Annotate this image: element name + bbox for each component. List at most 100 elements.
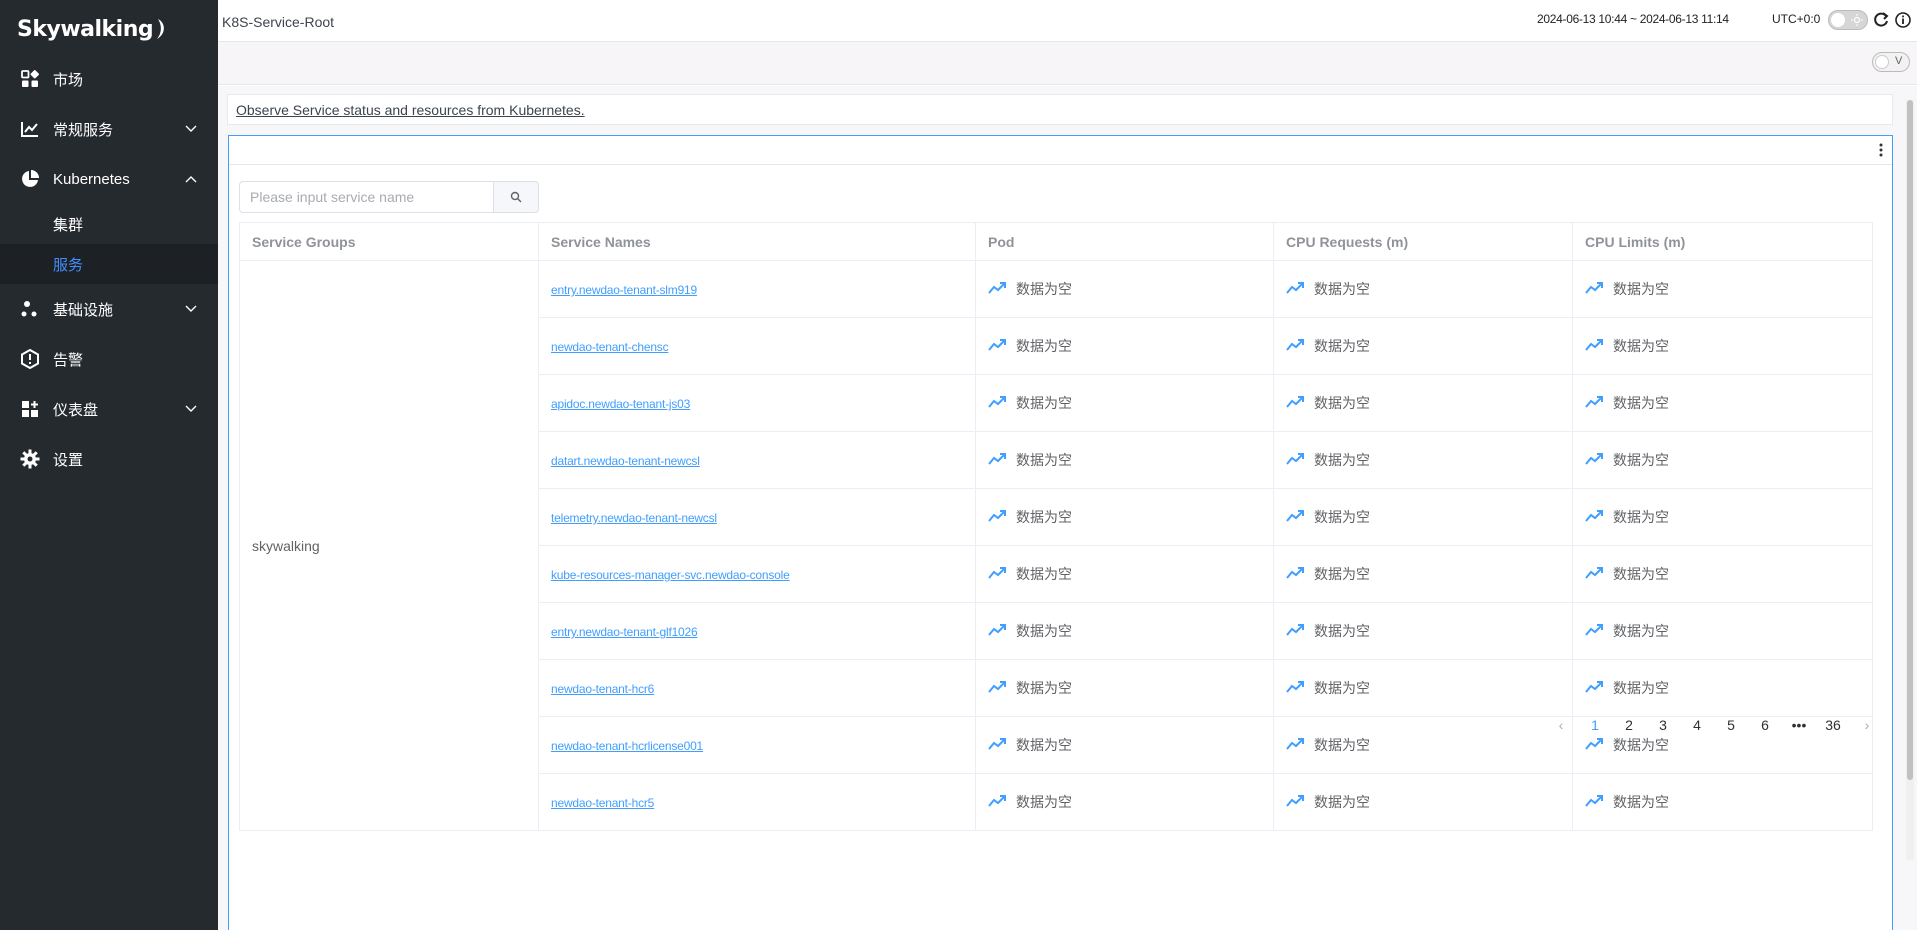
timezone-label[interactable]: UTC+0:0 (1772, 12, 1820, 26)
gear-icon (20, 449, 40, 469)
empty-metric[interactable]: 数据为空 (1286, 336, 1572, 356)
empty-text: 数据为空 (1314, 680, 1370, 696)
metric-cell: 数据为空 (1572, 545, 1873, 603)
page-number[interactable]: 5 (1714, 717, 1748, 733)
service-link[interactable]: newdao-tenant-hcrlicense001 (551, 739, 703, 753)
empty-metric[interactable]: 数据为空 (1286, 621, 1572, 641)
empty-metric[interactable]: 数据为空 (1585, 621, 1872, 641)
sidebar-item-label: 基础设施 (53, 301, 114, 319)
metric-cell: 数据为空 (975, 260, 1274, 318)
empty-metric[interactable]: 数据为空 (1585, 564, 1872, 584)
sun-icon (1851, 14, 1863, 26)
metric-cell: 数据为空 (975, 659, 1274, 717)
empty-metric[interactable]: 数据为空 (988, 735, 1273, 755)
empty-metric[interactable]: 数据为空 (1286, 279, 1572, 299)
skywalking-logo[interactable]: Skywalking (17, 12, 167, 46)
page-ellipsis[interactable]: ••• (1782, 717, 1816, 733)
empty-metric[interactable]: 数据为空 (988, 336, 1273, 356)
trend-icon (1585, 680, 1603, 697)
empty-text: 数据为空 (1613, 281, 1669, 297)
empty-metric[interactable]: 数据为空 (1286, 507, 1572, 527)
empty-text: 数据为空 (1314, 281, 1370, 297)
empty-text: 数据为空 (1016, 737, 1072, 753)
sidebar-subitem-label: 集群 (53, 216, 84, 234)
trend-icon (988, 395, 1006, 412)
service-link[interactable]: newdao-tenant-hcr6 (551, 682, 654, 696)
page-number[interactable]: 3 (1646, 717, 1680, 733)
more-options-icon[interactable] (1875, 142, 1887, 158)
scrollbar[interactable] (1906, 100, 1914, 860)
widget-header (229, 136, 1892, 165)
empty-metric[interactable]: 数据为空 (988, 450, 1273, 470)
service-link[interactable]: newdao-tenant-hcr5 (551, 796, 654, 810)
page-number[interactable]: 36 (1816, 717, 1850, 733)
empty-metric[interactable]: 数据为空 (988, 678, 1273, 698)
metric-cell: 数据为空 (1273, 545, 1573, 603)
empty-metric[interactable]: 数据为空 (1585, 450, 1872, 470)
sidebar-item-dashboard[interactable]: 仪表盘 (0, 384, 218, 434)
empty-text: 数据为空 (1314, 395, 1370, 411)
empty-metric[interactable]: 数据为空 (1585, 279, 1872, 299)
empty-metric[interactable]: 数据为空 (1286, 678, 1572, 698)
service-link[interactable]: newdao-tenant-chensc (551, 340, 669, 354)
empty-metric[interactable]: 数据为空 (988, 393, 1273, 413)
sidebar-subitem-label: 服务 (53, 256, 84, 274)
service-group-cell: skywalking (239, 260, 539, 831)
alarm-icon (20, 349, 40, 369)
page-number[interactable]: 1 (1578, 717, 1612, 733)
empty-metric[interactable]: 数据为空 (1286, 735, 1572, 755)
empty-metric[interactable]: 数据为空 (988, 564, 1273, 584)
service-link[interactable]: datart.newdao-tenant-newcsl (551, 454, 700, 468)
refresh-icon[interactable] (1872, 11, 1890, 29)
sidebar-item-infrastructure[interactable]: 基础设施 (0, 284, 218, 334)
prev-page-button[interactable]: ‹ (1544, 717, 1578, 733)
empty-metric[interactable]: 数据为空 (1585, 336, 1872, 356)
metric-cell: 数据为空 (1273, 317, 1573, 375)
time-range-picker[interactable]: 2024-06-13 10:44 ~ 2024-06-13 11:14 (1537, 12, 1729, 26)
empty-metric[interactable]: 数据为空 (988, 621, 1273, 641)
sidebar-item-marketplace[interactable]: 市场 (0, 54, 218, 104)
empty-metric[interactable]: 数据为空 (1286, 564, 1572, 584)
service-link[interactable]: telemetry.newdao-tenant-newcsl (551, 511, 717, 525)
next-page-button[interactable]: › (1850, 717, 1884, 733)
sidebar-item-kubernetes[interactable]: Kubernetes (0, 154, 218, 204)
empty-metric[interactable]: 数据为空 (988, 279, 1273, 299)
chevron-down-icon (185, 123, 197, 135)
empty-metric[interactable]: 数据为空 (988, 792, 1273, 812)
service-link[interactable]: kube-resources-manager-svc.newdao-consol… (551, 568, 790, 582)
metric-cell: 数据为空 (1572, 260, 1873, 318)
sidebar-subitem-service[interactable]: 服务 (0, 244, 218, 284)
toggle-knob (1831, 13, 1845, 27)
empty-metric[interactable]: 数据为空 (1286, 792, 1572, 812)
page-number[interactable]: 4 (1680, 717, 1714, 733)
theme-toggle[interactable] (1828, 10, 1868, 30)
edit-mode-toggle[interactable]: V (1872, 52, 1910, 72)
info-icon[interactable] (1894, 11, 1912, 29)
search-input[interactable] (239, 181, 494, 213)
metric-cell: 数据为空 (975, 317, 1274, 375)
service-name-cell: entry.newdao-tenant-glf1026 (538, 602, 976, 660)
metric-cell: 数据为空 (975, 374, 1274, 432)
page-number[interactable]: 2 (1612, 717, 1646, 733)
empty-metric[interactable]: 数据为空 (1286, 450, 1572, 470)
empty-metric[interactable]: 数据为空 (1286, 393, 1572, 413)
sidebar-item-general-service[interactable]: 常规服务 (0, 104, 218, 154)
sidebar-item-alarm[interactable]: 告警 (0, 334, 218, 384)
service-link[interactable]: entry.newdao-tenant-glf1026 (551, 625, 698, 639)
empty-metric[interactable]: 数据为空 (1585, 678, 1872, 698)
empty-metric[interactable]: 数据为空 (988, 507, 1273, 527)
service-link[interactable]: apidoc.newdao-tenant-js03 (551, 397, 690, 411)
sidebar-subitem-cluster[interactable]: 集群 (0, 204, 218, 244)
trend-icon (988, 737, 1006, 754)
empty-metric[interactable]: 数据为空 (1585, 393, 1872, 413)
toolbar: V (218, 42, 1917, 85)
empty-metric[interactable]: 数据为空 (1585, 792, 1872, 812)
sidebar-item-settings[interactable]: 设置 (0, 434, 218, 484)
search-button[interactable] (493, 181, 539, 213)
empty-text: 数据为空 (1016, 509, 1072, 525)
metric-cell: 数据为空 (1572, 317, 1873, 375)
scrollbar-thumb[interactable] (1907, 100, 1913, 780)
empty-metric[interactable]: 数据为空 (1585, 507, 1872, 527)
service-link[interactable]: entry.newdao-tenant-slm919 (551, 283, 697, 297)
page-number[interactable]: 6 (1748, 717, 1782, 733)
